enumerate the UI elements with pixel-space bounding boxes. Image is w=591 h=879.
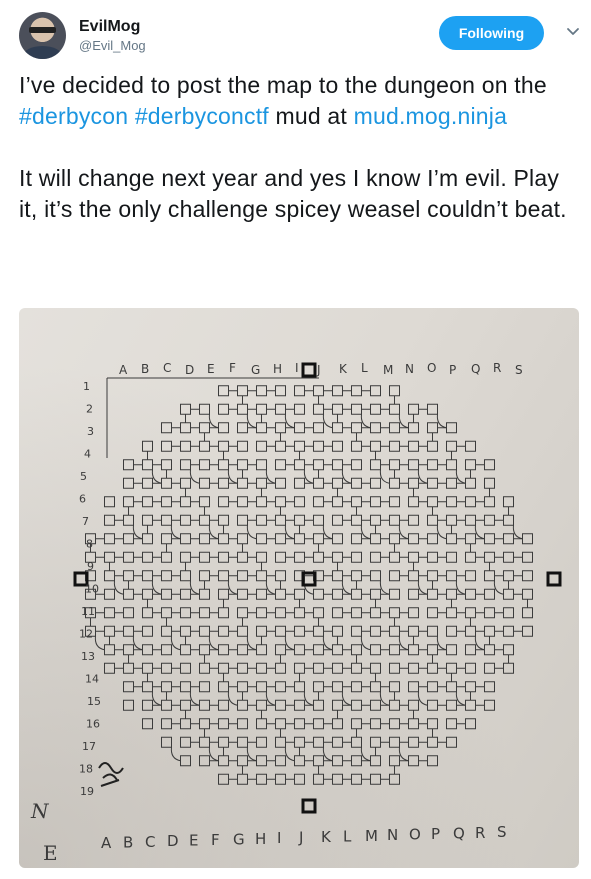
map-column-letter-top: I [295, 361, 299, 375]
map-column-letter-top: A [119, 363, 128, 377]
map-column-letter-top: H [273, 362, 282, 376]
map-column-letter-top: C [163, 361, 171, 375]
map-column-letter-bottom: N [387, 826, 398, 844]
hashtag-derbyconctf-link[interactable]: #derbyconctf [135, 103, 269, 129]
map-column-letter-bottom: F [211, 831, 220, 849]
map-row-number: 6 [79, 493, 86, 506]
tweet-text: I’ve decided to post the map to the dung… [19, 70, 579, 225]
author-display-name[interactable]: EvilMog [79, 17, 146, 37]
map-row-number: 11 [81, 605, 95, 618]
map-row-number: 7 [82, 515, 89, 528]
dungeon-map-drawing: A B C D E F G H I J K L M N O P Q R SA B C D E F G H I J K L M N O P Q R S12… [19, 308, 579, 868]
tweet-paragraph-2: It will change next year and yes I know … [19, 165, 567, 222]
hashtag-derbycon-link[interactable]: #derbycon [19, 103, 128, 129]
map-row-number: 15 [87, 695, 101, 708]
map-row-number: 17 [82, 740, 96, 753]
map-column-letter-bottom: E [189, 832, 198, 850]
map-row-number: 14 [85, 673, 99, 686]
map-column-letter-top: L [361, 361, 368, 375]
map-row-number: 4 [84, 448, 91, 461]
map-column-letter-top: S [515, 363, 523, 377]
map-column-letter-top: G [251, 363, 260, 377]
map-column-letter-top: Q [471, 362, 480, 376]
shirt-shape [23, 46, 62, 59]
map-column-letter-bottom: L [343, 827, 352, 845]
tweet-header: EvilMog @Evil_Mog Following [19, 12, 579, 68]
map-column-letter-top: R [493, 361, 501, 375]
map-column-letter-bottom: P [431, 825, 440, 843]
tweet-text-part [128, 103, 135, 129]
chevron-down-icon[interactable] [564, 22, 582, 40]
tweet-image-dungeon-map[interactable]: ABCDEFGHIJKLMNOPQRSABCDEFGHIJKLMNOPQRS12… [19, 308, 579, 868]
map-column-letter-top: N [405, 362, 414, 376]
map-column-letter-bottom: B [123, 833, 133, 851]
map-column-letter-bottom: A [101, 834, 112, 852]
tweet-paragraph-1: I’ve decided to post the map to the dung… [19, 70, 579, 132]
map-row-number: 3 [87, 425, 94, 438]
avatar[interactable] [19, 12, 66, 59]
author-names: EvilMog @Evil_Mog [79, 17, 146, 55]
map-row-number: 1 [83, 380, 90, 393]
map-column-letter-top: F [229, 361, 236, 375]
map-column-letter-bottom: R [475, 824, 485, 842]
map-column-letter-bottom: J [298, 829, 303, 847]
map-column-letter-top: O [427, 361, 436, 375]
tweet-text-part: mud at [268, 103, 354, 129]
map-column-letter-bottom: O [409, 826, 421, 844]
map-column-letter-bottom: D [167, 832, 179, 850]
sunglasses-icon [29, 27, 56, 33]
map-row-number: 5 [80, 470, 87, 483]
map-row-number: 12 [79, 628, 93, 641]
map-column-letter-bottom: Q [453, 824, 465, 842]
map-column-letter-bottom: M [365, 827, 378, 845]
map-column-letter-bottom: I [277, 829, 281, 847]
map-row-number: 8 [86, 538, 93, 551]
map-row-number: 13 [81, 650, 95, 663]
map-column-letter-bottom: H [255, 830, 266, 848]
map-row-number: 16 [86, 718, 100, 731]
map-column-letter-top: M [383, 363, 393, 377]
map-row-number: 19 [80, 785, 94, 798]
map-row-number: 10 [85, 583, 99, 596]
tweet-text-part: I’ve decided to post the map to the dung… [19, 72, 547, 98]
author-handle[interactable]: @Evil_Mog [79, 37, 146, 55]
map-row-number: 2 [86, 403, 93, 416]
compass-east-label: E [43, 841, 58, 865]
map-column-letter-top: B [141, 362, 149, 376]
compass-north-label: N [30, 799, 50, 823]
following-button[interactable]: Following [439, 16, 544, 50]
map-column-letter-bottom: C [145, 833, 155, 851]
map-row-number: 18 [79, 763, 93, 776]
mud-url-link[interactable]: mud.mog.ninja [354, 103, 507, 129]
map-column-letter-top: K [339, 362, 348, 376]
map-column-letter-top: E [207, 362, 215, 376]
map-column-letter-top: P [449, 363, 456, 377]
map-column-letter-top: D [185, 363, 194, 377]
map-column-letter-bottom: G [233, 830, 245, 848]
map-column-letter-top: J [316, 363, 321, 377]
map-column-letter-bottom: S [497, 823, 507, 841]
map-row-number: 9 [87, 560, 94, 573]
map-column-letter-bottom: K [321, 828, 332, 846]
